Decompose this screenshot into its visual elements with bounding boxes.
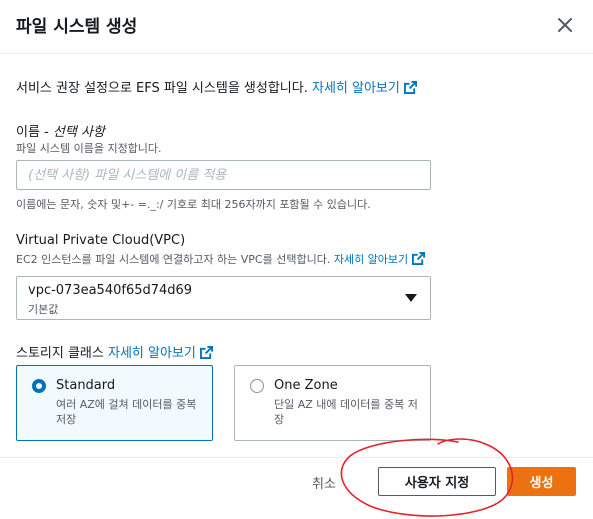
storage-class-learn-more-link[interactable]: 자세히 알아보기 [108, 346, 213, 361]
name-label-text: 이름 [16, 125, 40, 140]
vpc-field-description: EC2 인스턴스를 파일 시스템에 연결하고자 하는 VPC를 선택합니다. [16, 253, 331, 266]
vpc-learn-more-link[interactable]: 자세히 알아보기 [333, 252, 426, 266]
vpc-selected-value: vpc-073ea540f65d74d69 [28, 283, 193, 298]
customize-button[interactable]: 사용자 지정 [378, 467, 496, 496]
storage-class-learn-more-label: 자세히 알아보기 [108, 346, 196, 361]
close-button[interactable] [552, 12, 578, 38]
intro-description: 서비스 권장 설정으로 EFS 파일 시스템을 생성합니다. [16, 81, 308, 96]
name-input-wrapper[interactable] [16, 160, 431, 190]
file-system-name-input[interactable] [17, 161, 430, 189]
intro-learn-more-label: 자세히 알아보기 [311, 81, 400, 96]
standard-radio[interactable] [32, 379, 46, 393]
one-zone-radio[interactable] [250, 379, 264, 393]
external-link-icon [199, 346, 213, 359]
one-zone-title: One Zone [274, 378, 338, 393]
modal-title: 파일 시스템 생성 [16, 17, 138, 37]
cancel-button[interactable]: 취소 [312, 468, 336, 496]
name-field-description: 파일 시스템 이름을 지정합니다. [16, 142, 162, 155]
storage-class-one-zone-tile[interactable]: One Zone 단일 AZ 내에 데이터를 중복 저장 [234, 365, 431, 441]
external-link-icon [412, 252, 426, 265]
vpc-learn-more-label: 자세히 알아보기 [333, 253, 409, 266]
vpc-field-description-row: EC2 인스턴스를 파일 시스템에 연결하고자 하는 VPC를 선택합니다. 자… [16, 251, 426, 267]
name-field-label: 이름 - 선택 사항 [16, 125, 105, 140]
modal-header: 파일 시스템 생성 [0, 0, 593, 54]
intro-text: 서비스 권장 설정으로 EFS 파일 시스템을 생성합니다. 자세히 알아보기 [16, 77, 417, 96]
caret-down-icon [405, 294, 417, 302]
vpc-select[interactable]: vpc-073ea540f65d74d69 기본값 [16, 276, 431, 320]
create-file-system-modal: 파일 시스템 생성 서비스 권장 설정으로 EFS 파일 시스템을 생성합니다.… [0, 0, 593, 519]
vpc-selected-sub: 기본값 [28, 303, 59, 316]
create-button[interactable]: 생성 [507, 467, 576, 496]
close-icon [558, 18, 572, 32]
footer-divider [0, 457, 593, 458]
standard-description: 여러 AZ에 걸쳐 데이터를 중복 저장 [56, 398, 197, 426]
intro-learn-more-link[interactable]: 자세히 알아보기 [312, 81, 417, 96]
external-link-icon [403, 81, 417, 94]
name-label-optional: 선택 사항 [52, 125, 105, 140]
one-zone-description: 단일 AZ 내에 데이터를 중복 저장 [274, 398, 418, 426]
storage-class-standard-tile[interactable]: Standard 여러 AZ에 걸쳐 데이터를 중복 저장 [16, 365, 213, 441]
vpc-field-label: Virtual Private Cloud(VPC) [16, 233, 186, 248]
standard-title: Standard [56, 378, 116, 393]
storage-class-label-row: 스토리지 클래스 자세히 알아보기 [16, 342, 213, 361]
storage-class-label: 스토리지 클래스 [16, 346, 104, 361]
name-field-constraint: 이름에는 문자, 숫자 및+- =._:/ 기호로 최대 256자까지 포함될 … [16, 198, 371, 211]
